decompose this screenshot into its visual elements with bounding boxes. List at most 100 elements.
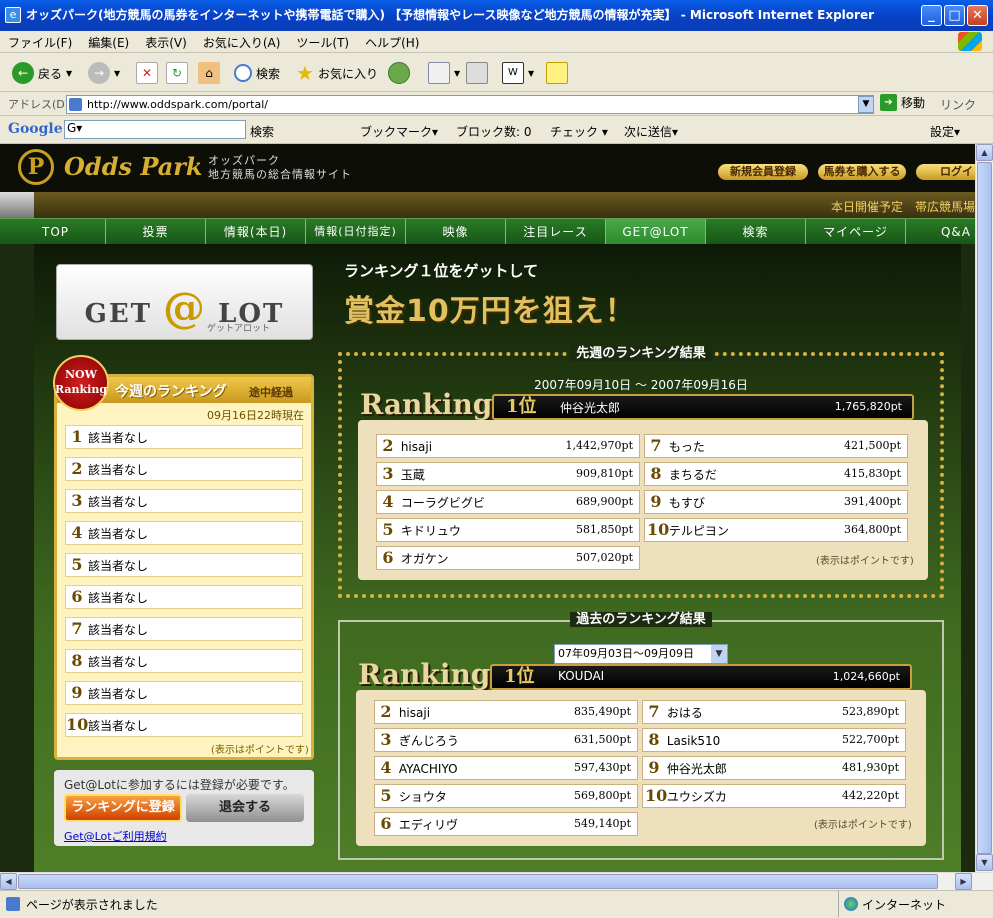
weekly-ranking-row: 6 該当者なし <box>65 585 303 609</box>
nav-qa[interactable]: Q&A <box>906 219 975 245</box>
nav-mypage[interactable]: マイページ <box>806 219 906 245</box>
rank-number: 8 <box>71 651 83 670</box>
last-first-place-bar: 1位 仲谷光太郎 1,765,820pt <box>492 394 914 420</box>
forward-button[interactable]: → ▼ <box>88 61 120 85</box>
rank-user-name: 該当者なし <box>88 495 149 509</box>
join-message: Get@Lotに参加するには登録が必要です。 <box>64 778 295 792</box>
mail-button[interactable]: ▼ <box>428 61 460 85</box>
scroll-up-icon[interactable]: ▲ <box>976 144 993 161</box>
menu-favorites[interactable]: お気に入り(A) <box>195 31 289 54</box>
popup-blocked-button[interactable]: ブロック数: 0 <box>456 123 532 140</box>
note-icon <box>546 62 568 84</box>
badge-ranking: Ranking <box>55 383 108 396</box>
nav-video[interactable]: 映像 <box>406 219 506 245</box>
weekly-timestamp: 09月16日22時現在 <box>207 409 304 422</box>
search-icon <box>234 64 252 82</box>
weekly-ranking-row: 3 該当者なし <box>65 489 303 513</box>
oddspark-logo-icon[interactable]: P <box>18 149 54 185</box>
spellcheck-button[interactable]: チェック ▾ <box>550 123 608 140</box>
refresh-button[interactable]: ↻ <box>166 61 188 85</box>
past-period-select[interactable]: 07年09月03日～09月09日 ▼ <box>554 644 728 664</box>
badge-now: NOW <box>65 368 97 381</box>
back-button[interactable]: ← 戻る ▼ <box>12 61 72 85</box>
ranking-row: 10 テルピヨン 364,800pt <box>644 518 908 542</box>
nav-info-date[interactable]: 情報(日付指定) <box>306 219 406 245</box>
google-settings-button[interactable]: 設定▾ <box>930 123 960 140</box>
ranking-row: 2 hisaji 1,442,970pt <box>376 434 640 458</box>
vertical-scrollbar[interactable]: ▲ ▼ <box>975 144 993 872</box>
rank-points: 597,430pt <box>574 761 631 774</box>
ranking-register-button[interactable]: ランキングに登録 <box>64 794 182 822</box>
close-button[interactable]: ✕ <box>967 5 988 26</box>
nav-info-today[interactable]: 情報(本日) <box>206 219 306 245</box>
ranking-row: 3 ぎんじろう 631,500pt <box>374 728 638 752</box>
edit-button[interactable]: W ▼ <box>502 61 534 85</box>
window-title-bar[interactable]: オッズパーク(地方競馬の馬券をインターネットや携帯電話で購入) 【予想情報やレー… <box>0 0 993 31</box>
rank-number: 4 <box>380 758 392 777</box>
terms-link[interactable]: Get@Lotご利用規約 <box>64 828 167 844</box>
getlot-logo-text: GET @ LOT <box>57 283 312 332</box>
google-search-input[interactable]: G▾ <box>64 120 246 139</box>
buy-ticket-button[interactable]: 馬券を購入する <box>818 164 906 180</box>
login-button[interactable]: ログイ <box>916 164 975 180</box>
maximize-button[interactable]: □ <box>944 5 965 26</box>
ranking-row: 4 AYACHIYO 597,430pt <box>374 756 638 780</box>
nav-featured-race[interactable]: 注目レース <box>506 219 606 245</box>
minimize-button[interactable]: _ <box>921 5 942 26</box>
weekly-ranking-row: 4 該当者なし <box>65 521 303 545</box>
go-button[interactable]: ➔ 移動 <box>880 94 925 111</box>
rank-user-name: 仲谷光太郎 <box>666 762 727 776</box>
links-label[interactable]: リンク <box>940 96 976 113</box>
page-done-icon <box>6 897 20 911</box>
bookmarks-button[interactable]: ブックマーク▾ <box>360 123 438 140</box>
rank-number: 3 <box>71 491 83 510</box>
scroll-down-icon[interactable]: ▼ <box>976 854 993 871</box>
menu-edit[interactable]: 編集(E) <box>80 31 137 54</box>
home-button[interactable]: ⌂ <box>198 61 220 85</box>
favorites-button[interactable]: ★ お気に入り <box>296 61 378 85</box>
past-ranking-title: 過去のランキング結果 <box>340 608 942 627</box>
send-to-button[interactable]: 次に送信▾ <box>624 123 678 140</box>
menu-tools[interactable]: ツール(T) <box>288 31 357 54</box>
weekly-ranking-row: 1 該当者なし <box>65 425 303 449</box>
nav-getlot[interactable]: GET@LOT <box>606 219 706 245</box>
site-logo-subtitle: オッズパーク 地方競馬の総合情報サイト <box>208 154 352 182</box>
today-schedule-text[interactable]: 本日開催予定 帯広競馬場 <box>831 198 975 215</box>
nav-top[interactable]: TOP <box>6 219 106 245</box>
rank-user-name: 該当者なし <box>88 655 149 669</box>
word-icon: W <box>502 62 524 84</box>
address-input[interactable]: http://www.oddspark.com/portal/ <box>66 95 874 114</box>
horizontal-scrollbar[interactable]: ◀ ▶ <box>0 872 993 890</box>
window-title: オッズパーク(地方競馬の馬券をインターネットや携帯電話で購入) 【予想情報やレー… <box>26 8 874 22</box>
address-dropdown-arrow-icon[interactable]: ▼ <box>858 96 874 113</box>
scroll-left-icon[interactable]: ◀ <box>0 873 17 890</box>
ranking-row: 5 キドリュウ 581,850pt <box>376 518 640 542</box>
rank-user-name: 該当者なし <box>88 559 149 573</box>
vertical-scroll-thumb[interactable] <box>977 162 992 854</box>
menu-view[interactable]: 表示(V) <box>137 31 195 54</box>
history-button[interactable] <box>388 61 410 85</box>
site-logo-text[interactable]: Odds Park <box>64 152 203 181</box>
stop-button[interactable]: ✕ <box>136 61 158 85</box>
globe-icon <box>844 897 858 911</box>
chevron-down-icon[interactable]: ▼ <box>711 645 727 663</box>
google-search-button[interactable]: 検索 <box>250 123 274 140</box>
weekly-ranking-row: 9 該当者なし <box>65 681 303 705</box>
horizontal-scroll-thumb[interactable] <box>18 874 938 889</box>
register-button[interactable]: 新規会員登録 <box>718 164 808 180</box>
weekly-note: (表示はポイントです) <box>211 745 309 756</box>
note-button[interactable] <box>546 61 568 85</box>
nav-vote[interactable]: 投票 <box>106 219 206 245</box>
ranking-row: 7 もった 421,500pt <box>644 434 908 458</box>
withdraw-button[interactable]: 退会する <box>186 794 304 822</box>
search-button[interactable]: 検索 <box>234 61 280 85</box>
first-place-points: 1,765,820pt <box>834 400 902 413</box>
scroll-right-icon[interactable]: ▶ <box>955 873 972 890</box>
nav-search[interactable]: 検索 <box>706 219 806 245</box>
favorites-label: お気に入り <box>317 66 378 81</box>
menu-help[interactable]: ヘルプ(H) <box>357 31 427 54</box>
rank-user-name: コーラグビグビ <box>400 496 485 510</box>
print-button[interactable] <box>466 61 488 85</box>
ranking-heading: Ranking <box>360 388 493 421</box>
menu-file[interactable]: ファイル(F) <box>0 31 80 54</box>
